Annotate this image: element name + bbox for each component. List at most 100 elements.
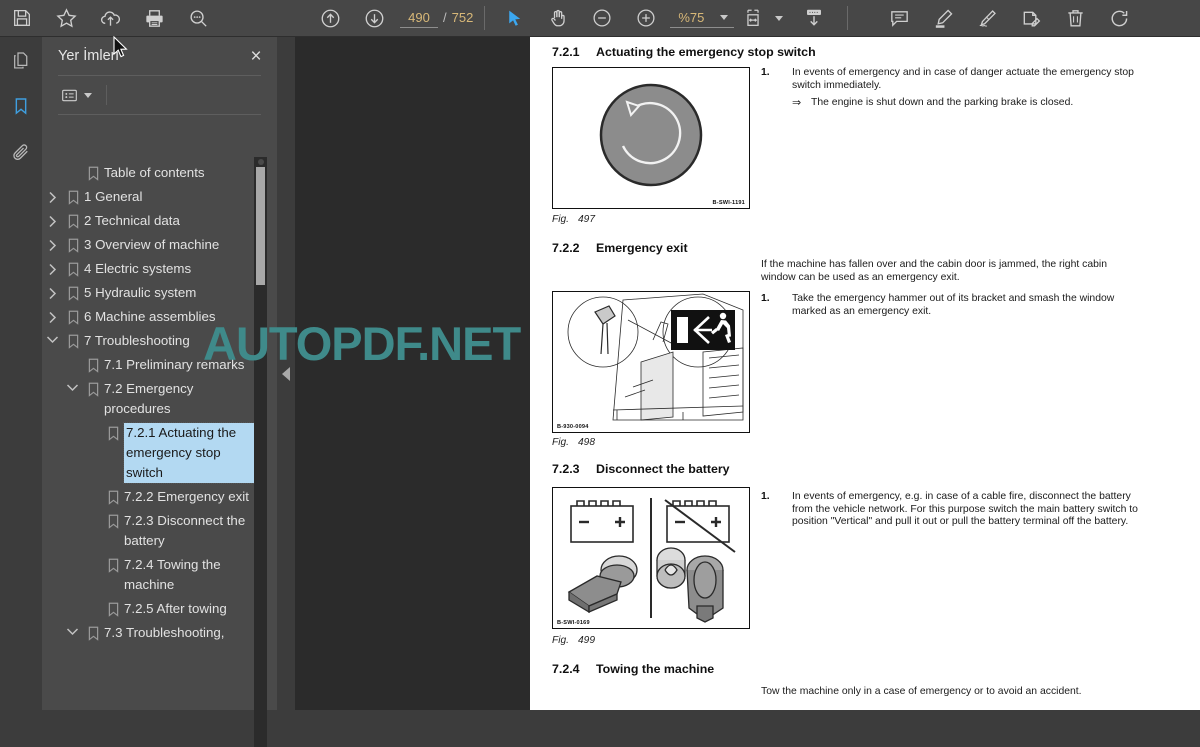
emergency-stop-switch-illustration xyxy=(553,68,749,208)
stamp-edit-icon[interactable] xyxy=(1009,0,1053,37)
bookmark-icon xyxy=(102,511,124,529)
bookmark-icon xyxy=(102,423,124,441)
bookmark-item[interactable]: 7.3 Troubleshooting, xyxy=(42,621,277,645)
previous-page-button[interactable] xyxy=(308,0,352,37)
trash-icon[interactable] xyxy=(1053,0,1097,37)
page-separator: / xyxy=(443,9,447,25)
bookmark-tree[interactable]: Table of contents 1 General 2 Technical da… xyxy=(42,154,277,710)
intro-text-724: Tow the machine only in a case of emerge… xyxy=(761,686,1082,697)
bookmark-icon xyxy=(62,211,84,229)
step-text-723: In events of emergency, e.g. in case of … xyxy=(792,491,1138,528)
step-text-722: Take the emergency hammer out of its bra… xyxy=(792,293,1115,317)
sidebar-rail xyxy=(0,37,51,710)
cloud-upload-icon[interactable] xyxy=(88,0,132,37)
figure-prefix: Fig. xyxy=(552,437,569,448)
document-viewer[interactable]: 7.2.1 Actuating the emergency stop switch… xyxy=(295,37,1200,710)
bookmark-label: 1 General xyxy=(84,189,143,204)
comment-icon[interactable] xyxy=(877,0,921,37)
step-number-723: 1. xyxy=(761,491,770,502)
chevron-down-icon[interactable] xyxy=(42,331,62,344)
chevron-right-icon[interactable] xyxy=(42,235,62,252)
bookmark-item[interactable]: Table of contents xyxy=(42,161,277,185)
bookmark-item[interactable]: 7.2.1 Actuating the emergency stop switc… xyxy=(42,421,277,485)
panel-scrollbar[interactable] xyxy=(254,157,267,747)
signature-icon[interactable] xyxy=(965,0,1009,37)
save-icon[interactable] xyxy=(0,0,44,37)
section-number: 7.2.1 xyxy=(552,45,580,59)
image-code: B-SWI-1191 xyxy=(712,200,745,206)
bookmark-label: 7.2.1 Actuating the emergency stop switc… xyxy=(123,422,258,484)
print-icon[interactable] xyxy=(132,0,176,37)
zoom-in-icon[interactable] xyxy=(624,0,668,37)
hand-tool-icon[interactable] xyxy=(536,0,580,37)
search-icon[interactable] xyxy=(176,0,220,37)
toolbar-divider-2 xyxy=(847,6,849,30)
bookmark-label: 7.2.2 Emergency exit xyxy=(124,489,249,504)
bookmark-item[interactable]: 5 Hydraulic system xyxy=(42,281,277,305)
section-title: Disconnect the battery xyxy=(596,462,730,476)
chevron-right-icon[interactable] xyxy=(42,211,62,228)
bookmark-item[interactable]: 7.2.4 Towing the machine xyxy=(42,553,277,597)
chevron-down-icon[interactable] xyxy=(62,623,82,636)
bookmark-item[interactable]: 7.2.2 Emergency exit xyxy=(42,485,277,509)
chevron-down-icon xyxy=(84,92,92,98)
bookmark-item[interactable]: 7.2.5 After towing xyxy=(42,597,277,621)
bookmark-icon xyxy=(82,163,104,181)
chevron-down-icon[interactable] xyxy=(62,379,82,392)
panel-splitter[interactable] xyxy=(277,37,295,710)
chevron-right-icon[interactable] xyxy=(42,259,62,276)
section-title: Actuating the emergency stop switch xyxy=(596,45,816,59)
chevron-right-icon[interactable] xyxy=(42,307,62,324)
bookmark-label: 7.2.5 After towing xyxy=(124,601,227,616)
figure-caption-498: Fig. 498 xyxy=(552,437,595,448)
select-tool-icon[interactable] xyxy=(492,0,536,37)
bookmark-label: 7.2.3 Disconnect the battery xyxy=(124,513,246,548)
zoom-level-selector[interactable]: %75 xyxy=(670,9,735,28)
rotate-icon[interactable] xyxy=(1097,0,1141,37)
attachment-icon[interactable] xyxy=(0,129,42,175)
fit-options-caret[interactable] xyxy=(770,0,788,37)
panel-toolbar xyxy=(42,76,277,114)
download-icon[interactable] xyxy=(788,0,840,37)
bookmark-label: 7.2 Emergency procedures xyxy=(104,381,194,416)
next-page-button[interactable] xyxy=(352,0,396,37)
chevron-right-icon[interactable] xyxy=(42,187,62,204)
pages-icon[interactable] xyxy=(0,37,42,83)
section-number: 7.2.4 xyxy=(552,662,580,676)
figure-caption-497: Fig. 497 xyxy=(552,214,595,225)
scrollbar-thumb[interactable] xyxy=(256,167,265,285)
battery-disconnect-illustration xyxy=(553,488,749,628)
bookmark-item[interactable]: 7.2.3 Disconnect the battery xyxy=(42,509,277,553)
emergency-exit-illustration xyxy=(553,292,749,432)
page-total: 752 xyxy=(451,9,474,25)
fit-width-icon[interactable] xyxy=(736,0,770,37)
bookmark-label: 7.3 Troubleshooting, xyxy=(104,625,225,640)
bookmark-icon xyxy=(62,331,84,349)
section-heading-721: 7.2.1 Actuating the emergency stop switch xyxy=(552,45,816,59)
bookmark-options-button[interactable] xyxy=(58,83,94,108)
page-number-input[interactable]: 490 xyxy=(400,9,438,28)
chevron-right-icon[interactable] xyxy=(42,283,62,300)
figure-497: B-SWI-1191 xyxy=(552,67,750,209)
bookmark-item[interactable]: 4 Electric systems xyxy=(42,257,277,281)
chevron-down-icon xyxy=(720,14,729,20)
zoom-out-icon[interactable] xyxy=(580,0,624,37)
bookmark-item[interactable]: 2 Technical data xyxy=(42,209,277,233)
sidebar-item-bookmarks[interactable] xyxy=(0,83,51,129)
section-number: 7.2.2 xyxy=(552,241,580,255)
favorite-star-icon[interactable] xyxy=(44,0,88,37)
highlighter-icon[interactable] xyxy=(921,0,965,37)
section-number: 7.2.3 xyxy=(552,462,580,476)
bookmark-item[interactable]: 7.2 Emergency procedures xyxy=(42,377,277,421)
bookmark-item[interactable]: 3 Overview of machine xyxy=(42,233,277,257)
bookmark-item[interactable]: 1 General xyxy=(42,185,277,209)
bookmark-icon xyxy=(62,187,84,205)
bookmark-icon xyxy=(102,599,124,617)
close-icon[interactable]: × xyxy=(245,47,267,66)
result-text-721: The engine is shut down and the parking … xyxy=(811,97,1074,108)
